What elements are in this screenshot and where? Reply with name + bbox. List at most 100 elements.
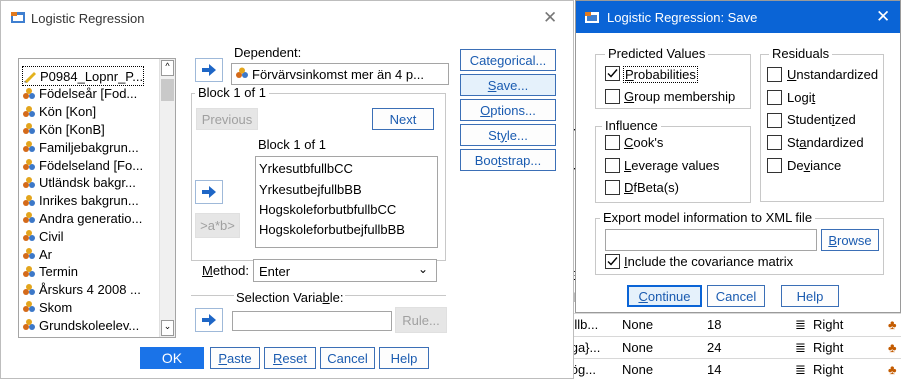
bootstrap-button[interactable]: Boo t strap... xyxy=(460,149,556,171)
previous-button[interactable]: Previous xyxy=(196,108,258,130)
nominal-variable-icon xyxy=(22,87,36,101)
dependent-label: Dependent: xyxy=(234,45,302,60)
align-right-icon: ≣ xyxy=(795,362,806,377)
dfbeta-label: DfBeta(s) xyxy=(624,180,679,195)
residuals-title: Residuals xyxy=(769,46,833,61)
dependent-field[interactable]: Förvärvsinkomst mer än 4 p... xyxy=(231,63,449,85)
nominal-variable-icon xyxy=(22,211,36,225)
checkmark-icon xyxy=(607,69,618,78)
inner-block-label: Block 1 of 1 xyxy=(258,137,326,152)
rule-button[interactable]: Rule... xyxy=(395,307,447,333)
ok-button[interactable]: OK xyxy=(140,347,204,369)
standardized-checkbox[interactable] xyxy=(767,135,782,150)
checkmark-icon xyxy=(607,257,618,266)
block-label: Block 1 of 1 xyxy=(195,85,269,100)
list-item[interactable]: HogskoleforbutbfullbCC xyxy=(259,199,396,219)
scroll-thumb[interactable] xyxy=(161,79,174,101)
cooks-checkbox[interactable] xyxy=(605,135,620,150)
scrollbar[interactable]: ^ ⌄ xyxy=(159,59,175,337)
nominal-variable-icon xyxy=(22,105,36,119)
nominal-variable-icon xyxy=(22,122,36,136)
leverage-values-checkbox[interactable] xyxy=(605,158,620,173)
save-button[interactable]: Save... xyxy=(460,74,556,96)
save-cancel-button[interactable]: Cancel xyxy=(707,285,765,307)
deviance-label: Deviance xyxy=(787,158,842,173)
move-to-selection-button[interactable] xyxy=(195,308,223,332)
move-to-covariates-button[interactable] xyxy=(195,180,223,204)
next-button[interactable]: Next xyxy=(372,108,434,130)
group-membership-label: Group membership xyxy=(624,89,736,104)
interaction-button[interactable]: >a*b> xyxy=(195,213,240,238)
browse-button[interactable]: Browse xyxy=(821,229,879,251)
include-covariance-checkbox[interactable] xyxy=(605,254,620,269)
table-row[interactable]: vriga}... None 24 ≣ Right ♣ xyxy=(555,336,901,358)
logit-checkbox[interactable] xyxy=(767,90,782,105)
save-help-button[interactable]: Help xyxy=(781,285,839,307)
include-covariance-label: Include the covariance matrix xyxy=(624,254,794,269)
selection-variable-label: Selection Variable: xyxy=(234,290,346,305)
table-row[interactable]: j hög... None 14 ≣ Right ♣ xyxy=(555,358,901,380)
nominal-variable-icon xyxy=(22,300,36,314)
spss-dialog-icon xyxy=(11,12,25,23)
list-item[interactable]: Grundskoleelev... xyxy=(22,315,139,335)
list-item[interactable]: HogskoleforbutbejfullbBB xyxy=(259,219,405,239)
nominal-variable-icon xyxy=(22,229,36,243)
list-item[interactable]: YrkesutbejfullbBB xyxy=(259,179,362,199)
unstandardized-checkbox[interactable] xyxy=(767,67,782,82)
standardized-label: Standardized xyxy=(787,135,864,150)
leverage-values-label: Leverage values xyxy=(624,158,720,173)
nominal-variable-icon xyxy=(22,247,36,261)
cancel-button[interactable]: Cancel xyxy=(320,347,375,369)
logit-label: Logit xyxy=(787,90,816,105)
close-icon[interactable]: ✕ xyxy=(543,8,557,28)
variable-list[interactable]: P0984_Lopnr_P... Födelseår [Fod... Kön [Ko… xyxy=(18,58,176,338)
paste-button[interactable]: Paste xyxy=(210,347,260,369)
probabilities-label: Probabilities xyxy=(623,66,698,83)
scroll-down-icon[interactable]: ⌄ xyxy=(161,320,174,336)
selection-variable-field[interactable] xyxy=(232,311,392,331)
nominal-variable-icon xyxy=(22,265,36,279)
group-membership-checkbox[interactable] xyxy=(605,89,620,104)
save-dialog-title: Logistic Regression: Save xyxy=(607,10,758,25)
scroll-up-icon[interactable]: ^ xyxy=(161,60,174,76)
align-right-icon: ≣ xyxy=(795,317,806,332)
table-row[interactable]: j fullb... None 18 ≣ Right ♣ xyxy=(555,313,901,335)
measure-icon: ♣ xyxy=(888,317,897,332)
xml-file-input[interactable] xyxy=(605,229,817,251)
covariates-list[interactable]: YrkesutbfullbCC YrkesutbejfullbBB Hogsko… xyxy=(255,156,438,248)
nominal-variable-icon xyxy=(22,194,36,208)
chevron-down-icon: ⌄ xyxy=(417,262,428,276)
style-button[interactable]: St y le... xyxy=(460,124,556,146)
method-select[interactable]: Enter ⌄ xyxy=(253,259,437,282)
nominal-variable-icon xyxy=(22,176,36,190)
nominal-variable-icon xyxy=(22,158,36,172)
list-item[interactable]: YrkesutbfullbCC xyxy=(259,158,353,178)
studentized-label: Studentized xyxy=(787,112,856,127)
save-dialog: Logistic Regression: Save ✕ Predicted Va… xyxy=(575,0,901,313)
logistic-regression-dialog: Logistic Regression ✕ P0984_Lopnr_P... Fö… xyxy=(0,0,574,379)
help-button[interactable]: Help xyxy=(379,347,429,369)
dfbeta-checkbox[interactable] xyxy=(605,180,620,195)
nominal-variable-icon xyxy=(235,67,249,81)
deviance-checkbox[interactable] xyxy=(767,158,782,173)
studentized-checkbox[interactable] xyxy=(767,113,782,128)
predicted-values-title: Predicted Values xyxy=(605,46,709,61)
continue-button[interactable]: Continue xyxy=(627,285,702,307)
method-label: Method: xyxy=(202,263,249,278)
nominal-variable-icon xyxy=(22,140,36,154)
influence-title: Influence xyxy=(602,118,661,133)
pencil-ruler-icon xyxy=(23,69,37,83)
export-title: Export model information to XML file xyxy=(600,210,816,225)
options-button[interactable]: Options... xyxy=(460,99,556,121)
probabilities-checkbox[interactable] xyxy=(605,66,620,81)
move-to-dependent-button[interactable] xyxy=(195,58,223,82)
cooks-label: Cook's xyxy=(624,135,664,150)
measure-icon: ♣ xyxy=(888,340,897,355)
reset-button[interactable]: Reset xyxy=(264,347,316,369)
save-dialog-titlebar[interactable]: Logistic Regression: Save ✕ xyxy=(576,1,900,33)
close-icon[interactable]: ✕ xyxy=(876,7,890,27)
categorical-button[interactable]: Categorical... xyxy=(460,49,556,71)
nominal-variable-icon xyxy=(22,283,36,297)
unstandardized-label: Unstandardized xyxy=(787,67,879,82)
spss-dialog-icon xyxy=(585,12,599,23)
